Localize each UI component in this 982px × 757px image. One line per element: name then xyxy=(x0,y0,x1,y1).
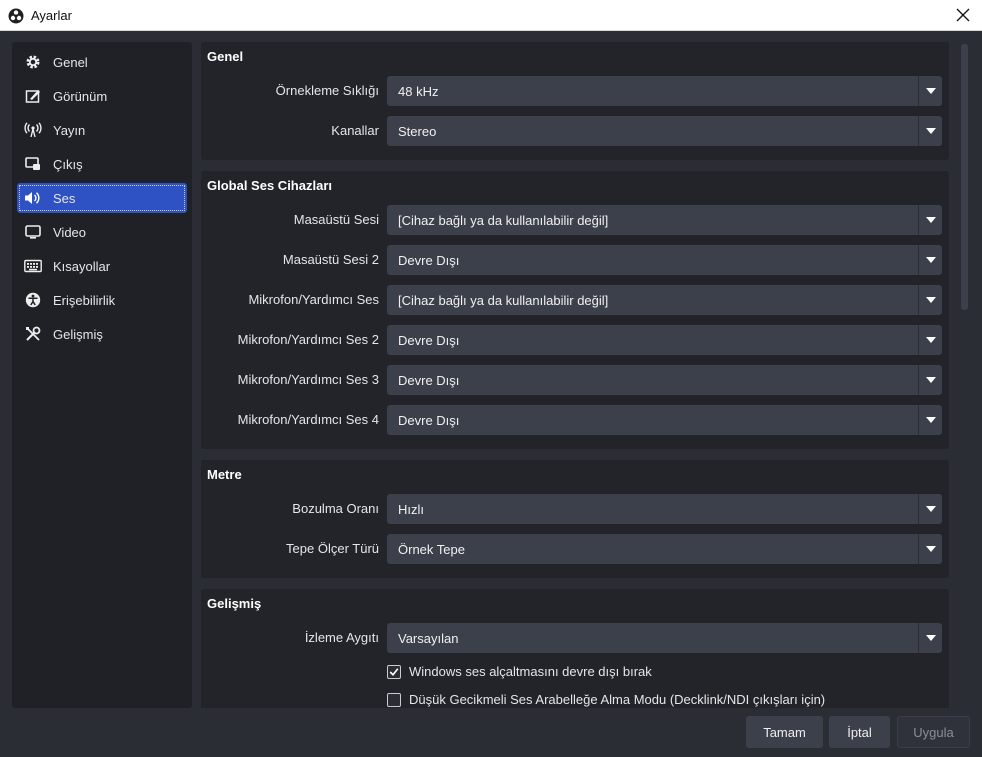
cancel-button[interactable]: İptal xyxy=(829,716,890,748)
sample-rate-select[interactable]: 48 kHz xyxy=(387,76,942,106)
mic-aux-2-label: Mikrofon/Yardımcı Ses 2 xyxy=(237,332,379,347)
mic-aux-2-select[interactable]: Devre Dışı xyxy=(387,325,942,355)
sidebar-item-label: Kısayollar xyxy=(53,258,111,274)
sidebar-item-video[interactable]: Video xyxy=(17,217,187,247)
chevron-down-icon xyxy=(918,534,942,564)
sidebar-item-gorunum[interactable]: Görünüm xyxy=(17,81,187,111)
desktop-audio-select[interactable]: [Cihaz bağlı ya da kullanılabilir değil] xyxy=(387,205,942,235)
title-bar: Ayarlar xyxy=(0,0,982,31)
desktop-audio-2-label: Masaüstü Sesi 2 xyxy=(282,252,379,267)
general-group: Genel Örnekleme Sıklığı 48 kHz Kanallar … xyxy=(201,42,949,160)
mic-aux-4-select[interactable]: Devre Dışı xyxy=(387,405,942,435)
speaker-icon xyxy=(24,189,42,207)
select-value: [Cihaz bağlı ya da kullanılabilir değil] xyxy=(398,213,609,228)
sidebar-item-label: Çıkış xyxy=(53,156,83,172)
chevron-down-icon xyxy=(918,285,942,315)
mic-aux-label: Mikrofon/Yardımcı Ses xyxy=(248,292,379,307)
settings-content: Genel Örnekleme Sıklığı 48 kHz Kanallar … xyxy=(200,42,950,708)
sidebar-item-label: Gelişmiş xyxy=(53,326,103,342)
meters-group: Metre Bozulma Oranı Hızlı Tepe Ölçer Tür… xyxy=(201,460,949,578)
select-value: Devre Dışı xyxy=(398,333,460,348)
apply-button[interactable]: Uygula xyxy=(897,716,970,748)
chevron-down-icon xyxy=(918,405,942,435)
mic-aux-select[interactable]: [Cihaz bağlı ya da kullanılabilir değil] xyxy=(387,285,942,315)
chevron-down-icon xyxy=(918,365,942,395)
mic-aux-3-select[interactable]: Devre Dışı xyxy=(387,365,942,395)
sidebar-item-label: Ses xyxy=(53,190,76,206)
sidebar-item-label: Erişebilirlik xyxy=(53,292,116,308)
monitoring-device-label: İzleme Aygıtı xyxy=(304,630,379,645)
select-value: Devre Dışı xyxy=(398,413,460,428)
palette-icon xyxy=(24,87,42,105)
tools-icon xyxy=(24,325,42,343)
group-title: Global Ses Cihazları xyxy=(207,178,332,193)
group-title: Genel xyxy=(207,49,244,64)
keyboard-icon xyxy=(24,257,42,275)
checkbox-checked[interactable] xyxy=(387,664,401,679)
sidebar-item-ses[interactable]: Ses xyxy=(17,183,187,213)
select-value: Varsayılan xyxy=(398,631,459,646)
checkbox-label: Düşük Gecikmeli Ses Arabelleğe Alma Modu… xyxy=(409,692,826,707)
chevron-down-icon xyxy=(918,76,942,106)
mic-aux-4-label: Mikrofon/Yardımcı Ses 4 xyxy=(237,412,379,427)
sample-rate-label: Örnekleme Sıklığı xyxy=(275,83,379,98)
advanced-group: Gelişmiş İzleme Aygıtı Varsayılan Window… xyxy=(201,589,949,708)
sidebar-item-gelismis[interactable]: Gelişmiş xyxy=(17,319,187,349)
disable-ducking-checkbox-row[interactable]: Windows ses alçaltmasını devre dışı bıra… xyxy=(387,664,652,679)
sidebar-item-label: Görünüm xyxy=(53,88,108,104)
select-value: Devre Dışı xyxy=(398,373,460,388)
settings-sidebar: Genel Görünüm Yayın Çıkış Ses Video Kısa… xyxy=(12,42,192,708)
decay-rate-label: Bozulma Oranı xyxy=(292,501,379,516)
mic-aux-3-label: Mikrofon/Yardımcı Ses 3 xyxy=(237,372,379,387)
desktop-audio-2-select[interactable]: Devre Dışı xyxy=(387,245,942,275)
group-title: Gelişmiş xyxy=(207,596,262,611)
checkbox-unchecked[interactable] xyxy=(387,692,401,707)
sidebar-item-genel[interactable]: Genel xyxy=(17,47,187,77)
sidebar-item-kisayollar[interactable]: Kısayollar xyxy=(17,251,187,281)
select-value: [Cihaz bağlı ya da kullanılabilir değil] xyxy=(398,293,609,308)
channels-select[interactable]: Stereo xyxy=(387,116,942,146)
select-value: Örnek Tepe xyxy=(398,542,465,557)
sidebar-item-yayin[interactable]: Yayın xyxy=(17,115,187,145)
checkbox-label: Windows ses alçaltmasını devre dışı bıra… xyxy=(409,664,652,679)
chevron-down-icon xyxy=(918,245,942,275)
ok-button[interactable]: Tamam xyxy=(746,716,823,748)
decay-rate-select[interactable]: Hızlı xyxy=(387,494,942,524)
sidebar-item-label: Video xyxy=(53,224,87,240)
select-value: Stereo xyxy=(398,124,437,139)
output-icon xyxy=(24,155,42,173)
monitor-icon xyxy=(24,223,42,241)
chevron-down-icon xyxy=(918,623,942,653)
select-value: Hızlı xyxy=(398,502,424,517)
sidebar-item-label: Genel xyxy=(53,54,88,70)
broadcast-icon xyxy=(24,121,42,139)
select-value: 48 kHz xyxy=(398,84,439,99)
peak-meter-type-label: Tepe Ölçer Türü xyxy=(286,541,379,556)
global-audio-devices-group: Global Ses Cihazları Masaüstü Sesi [Ciha… xyxy=(201,171,949,449)
close-icon[interactable] xyxy=(952,4,974,26)
gear-icon xyxy=(24,53,42,71)
group-title: Metre xyxy=(207,467,242,482)
peak-meter-type-select[interactable]: Örnek Tepe xyxy=(387,534,942,564)
monitoring-device-select[interactable]: Varsayılan xyxy=(387,623,942,653)
sidebar-item-cikis[interactable]: Çıkış xyxy=(17,149,187,179)
window-title: Ayarlar xyxy=(31,8,72,23)
select-value: Devre Dışı xyxy=(398,253,460,268)
sidebar-item-label: Yayın xyxy=(53,122,86,138)
low-latency-buffering-checkbox-row[interactable]: Düşük Gecikmeli Ses Arabelleğe Alma Modu… xyxy=(387,692,825,707)
sidebar-item-erisebilirlik[interactable]: Erişebilirlik xyxy=(17,285,187,315)
channels-label: Kanallar xyxy=(331,123,379,138)
accessibility-icon xyxy=(24,291,42,309)
chevron-down-icon xyxy=(918,325,942,355)
chevron-down-icon xyxy=(918,494,942,524)
chevron-down-icon xyxy=(918,205,942,235)
chevron-down-icon xyxy=(918,116,942,146)
scrollbar-thumb[interactable] xyxy=(961,44,968,310)
desktop-audio-label: Masaüstü Sesi xyxy=(293,212,379,227)
obs-logo-icon xyxy=(8,8,24,24)
